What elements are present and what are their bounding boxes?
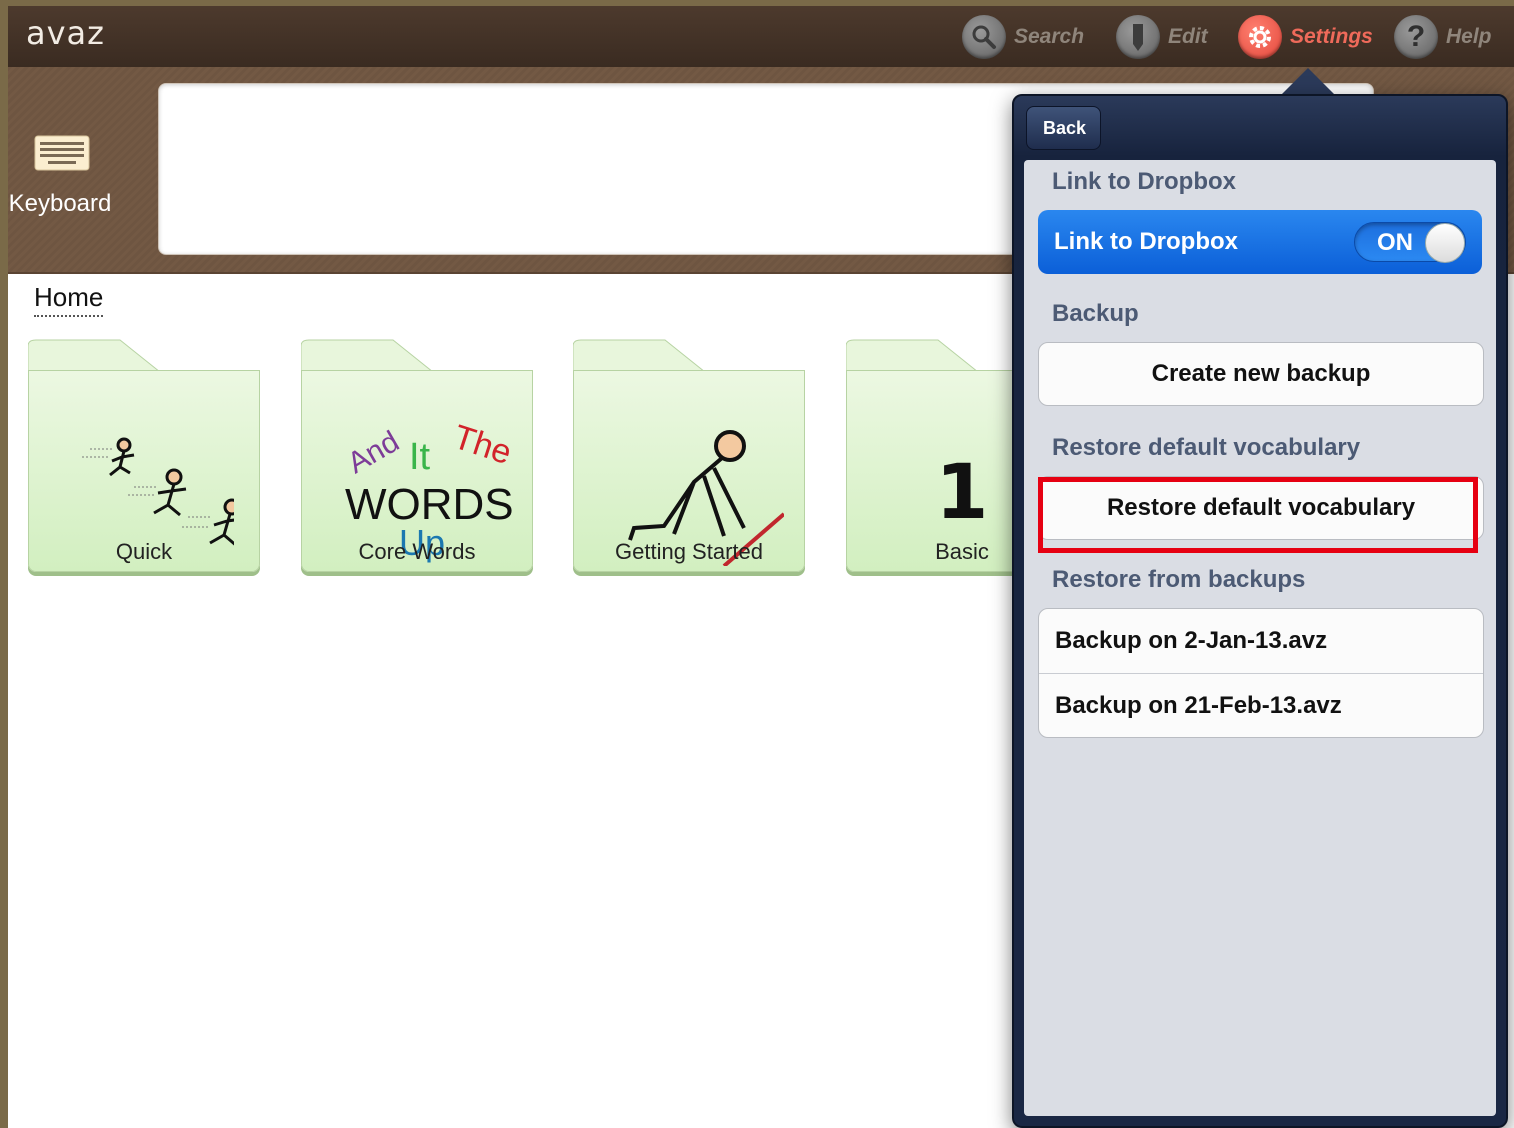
app-logo: avaz	[26, 14, 105, 52]
dropbox-link-cell[interactable]: Link to Dropbox ON	[1038, 210, 1482, 274]
backup-item[interactable]: Backup on 21-Feb-13.avz	[1039, 674, 1483, 737]
edit-button[interactable]: Edit	[1116, 12, 1208, 62]
word-it: It	[409, 436, 431, 478]
search-icon	[962, 15, 1006, 59]
top-bar: avaz Search Edit Settings ? Help	[8, 6, 1514, 68]
folder-label: Getting Started	[615, 539, 763, 564]
number-glyph: 1	[935, 446, 989, 536]
help-button[interactable]: ? Help	[1394, 12, 1492, 62]
backups-list: Backup on 2-Jan-13.avz Backup on 21-Feb-…	[1038, 608, 1484, 738]
toggle-state: ON	[1377, 229, 1413, 256]
keyboard-label: Keyboard	[8, 190, 112, 217]
folder-label: Core Words	[358, 539, 476, 564]
folder-body: Quick	[28, 370, 260, 572]
backup-item-label: Backup on 21-Feb-13.avz	[1055, 692, 1342, 719]
pencil-icon	[1116, 15, 1160, 59]
dropbox-toggle[interactable]: ON	[1354, 222, 1466, 263]
folder-label: Quick	[115, 539, 173, 564]
dropbox-cell-label: Link to Dropbox	[1054, 228, 1238, 255]
settings-label: Settings	[1290, 25, 1373, 48]
help-label: Help	[1446, 25, 1492, 48]
edit-label: Edit	[1168, 25, 1208, 48]
folder-quick[interactable]: Quick	[28, 338, 260, 574]
folder-body: And It The WORDS Up Core Words	[301, 370, 533, 572]
section-dropbox-header: Link to Dropbox	[1052, 168, 1236, 195]
breadcrumb-home[interactable]: Home	[34, 282, 104, 317]
keyboard-button[interactable]: Keyboard	[9, 135, 172, 218]
settings-popover: Back Link to Dropbox Link to Dropbox ON …	[1012, 94, 1508, 1128]
create-backup-button[interactable]: Create new backup	[1038, 342, 1484, 406]
section-backup-header: Backup	[1052, 300, 1139, 327]
section-backups-header: Restore from backups	[1052, 566, 1306, 593]
app-window: avaz Search Edit Settings ? Help Keyboar…	[8, 6, 1514, 1128]
settings-button[interactable]: Settings	[1238, 12, 1373, 62]
folder-getting-started[interactable]: Getting Started	[573, 338, 805, 574]
folder-body: Getting Started	[573, 370, 805, 572]
folder-core-words[interactable]: And It The WORDS Up Core Words	[301, 338, 533, 574]
backup-item[interactable]: Backup on 2-Jan-13.avz	[1039, 609, 1483, 674]
keyboard-icon	[34, 135, 90, 171]
gear-icon	[1238, 15, 1282, 59]
toggle-knob	[1425, 223, 1465, 263]
highlight-box	[1038, 477, 1478, 553]
search-button[interactable]: Search	[962, 12, 1084, 62]
settings-panel: Link to Dropbox Link to Dropbox ON Backu…	[1024, 160, 1496, 1116]
word-and: And	[342, 424, 405, 481]
backup-item-label: Backup on 2-Jan-13.avz	[1055, 627, 1328, 654]
search-label: Search	[1014, 25, 1085, 48]
help-icon: ?	[1394, 15, 1438, 59]
back-button[interactable]: Back	[1026, 106, 1102, 150]
word-the: The	[448, 417, 517, 473]
section-restore-header: Restore default vocabulary	[1052, 434, 1361, 461]
